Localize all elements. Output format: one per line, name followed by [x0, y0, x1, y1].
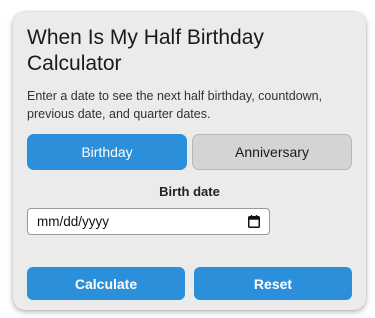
- reset-button[interactable]: Reset: [194, 267, 352, 300]
- birth-date-placeholder: mm/dd/yyyy: [37, 214, 110, 229]
- calendar-icon[interactable]: [248, 215, 260, 228]
- page-description: Enter a date to see the next half birthd…: [27, 89, 323, 121]
- calculate-button[interactable]: Calculate: [27, 267, 185, 300]
- tab-anniversary[interactable]: Anniversary: [192, 134, 352, 170]
- tab-birthday[interactable]: Birthday: [27, 134, 187, 170]
- birth-date-input[interactable]: mm/dd/yyyy: [27, 208, 270, 235]
- page-title: When Is My Half Birthday Calculator: [27, 26, 264, 75]
- birth-date-label: Birth date: [159, 184, 220, 199]
- calculator-card: When Is My Half Birthday Calculator Ente…: [13, 12, 366, 310]
